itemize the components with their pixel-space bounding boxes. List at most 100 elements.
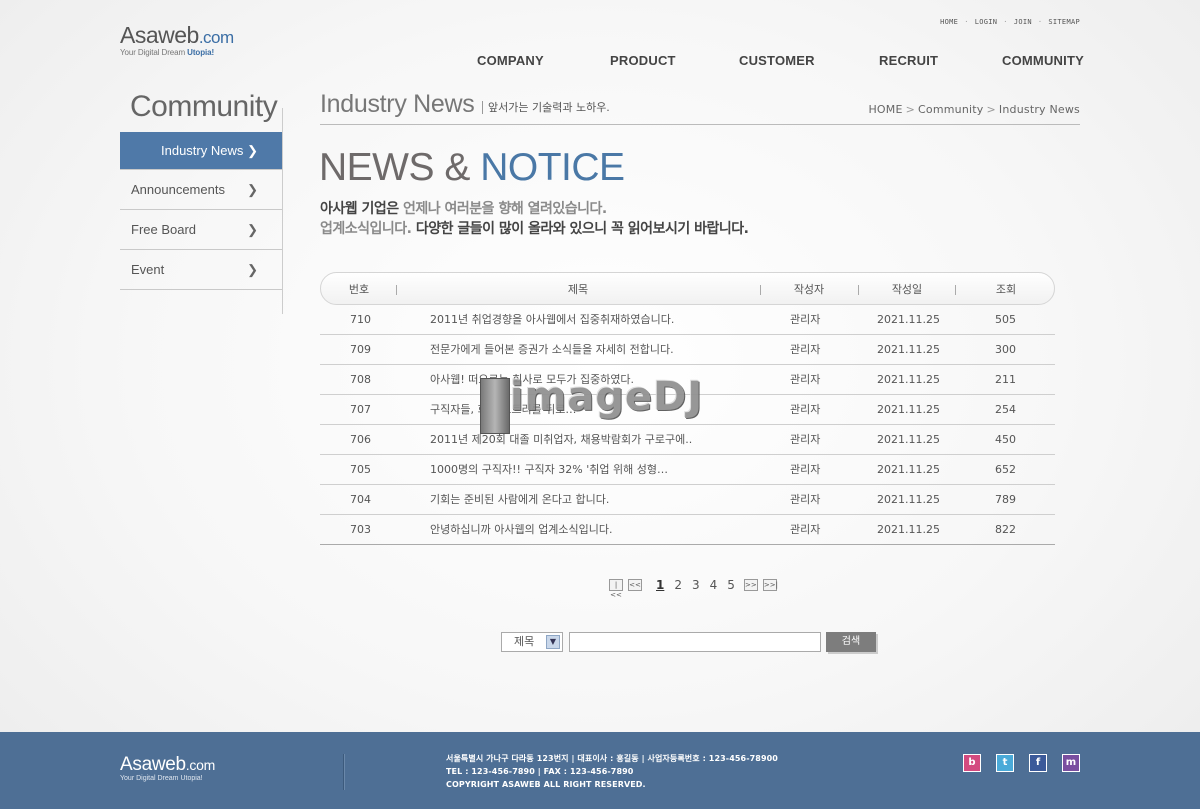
cell-views: 822 bbox=[995, 523, 1016, 536]
cell-date: 2021.11.25 bbox=[877, 463, 940, 476]
page-link-3[interactable]: 3 bbox=[692, 578, 700, 592]
cell-date: 2021.11.25 bbox=[877, 343, 940, 356]
sidebar-item-industry-news[interactable]: Industry News ❯ bbox=[120, 132, 282, 170]
nav-customer[interactable]: CUSTOMER bbox=[739, 53, 815, 68]
cell-title-link[interactable]: 2011년 취업경향을 아사웹에서 집중취재하였습니다. bbox=[430, 305, 674, 335]
header-date: 작성일 bbox=[891, 283, 923, 296]
search-input[interactable] bbox=[569, 632, 821, 652]
board-search: 제목 ▼ 검색 bbox=[501, 632, 876, 652]
nav-community[interactable]: COMMUNITY bbox=[1002, 53, 1084, 68]
logo-tagline: Your Digital Dream Utopia! bbox=[120, 48, 215, 57]
logo-wordmark: Asaweb.com bbox=[120, 22, 234, 48]
breadcrumb-current: Industry News bbox=[998, 103, 1080, 116]
prev-page-icon[interactable]: << bbox=[628, 579, 642, 591]
cell-number: 710 bbox=[350, 313, 371, 326]
header-views: 조회 bbox=[995, 283, 1017, 296]
cell-date: 2021.11.25 bbox=[877, 373, 940, 386]
twitter-icon[interactable]: t bbox=[996, 754, 1014, 772]
cell-title-link[interactable]: 기회는 준비된 사람에게 온다고 합니다. bbox=[430, 485, 609, 515]
first-page-icon[interactable]: |<< bbox=[609, 579, 623, 599]
table-row[interactable]: 710 2011년 취업경향을 아사웹에서 집중취재하였습니다. 관리자 2021.1… bbox=[320, 305, 1055, 335]
cell-title-link[interactable]: 전문가에게 들어본 증권가 소식들을 자세히 전합니다. bbox=[430, 335, 674, 365]
sidebar-item-label: Announcements bbox=[131, 182, 225, 197]
site-logo[interactable]: Asaweb.com Your Digital Dream Utopia! bbox=[120, 22, 234, 57]
sidebar-item-label: Industry News bbox=[161, 143, 244, 158]
cell-number: 704 bbox=[350, 493, 371, 506]
footer-copyright: COPYRIGHT ASAWEB ALL RIGHT RESERVED. bbox=[446, 780, 646, 789]
sidebar-title: Community bbox=[130, 90, 278, 123]
page-title: Industry News bbox=[320, 90, 475, 118]
footer-info: 서울특별시 가나구 다라동 123번지 | 대표이사 : 홍길동 | 사업자등록… bbox=[446, 752, 778, 791]
header-author: 작성자 bbox=[793, 283, 825, 296]
sns-links: b t f m bbox=[963, 754, 1080, 772]
cell-views: 652 bbox=[995, 463, 1016, 476]
sidebar-item-announcements[interactable]: Announcements ❯ bbox=[120, 170, 282, 210]
table-row[interactable]: 704 기회는 준비된 사람에게 온다고 합니다. 관리자 2021.11.25 789 bbox=[320, 485, 1055, 515]
footer-logo: Asaweb.com Your Digital Dream Utopia! bbox=[120, 754, 215, 782]
table-row[interactable]: 705 1000명의 구직자!! 구직자 32% '취업 위해 성형… 관리자 202… bbox=[320, 455, 1055, 485]
cell-views: 505 bbox=[995, 313, 1016, 326]
cell-author: 관리자 bbox=[790, 313, 821, 326]
util-login-link[interactable]: LOGIN bbox=[975, 18, 998, 26]
sidebar-item-event[interactable]: Event ❯ bbox=[120, 250, 282, 290]
nav-product[interactable]: PRODUCT bbox=[610, 53, 676, 68]
cell-views: 254 bbox=[995, 403, 1016, 416]
facebook-icon[interactable]: f bbox=[1029, 754, 1047, 772]
sidebar-item-free-board[interactable]: Free Board ❯ bbox=[120, 210, 282, 250]
last-page-icon[interactable]: >>| bbox=[762, 579, 778, 591]
util-home-link[interactable]: HOME bbox=[940, 18, 958, 26]
cell-title-link[interactable]: 안녕하십니까 아사웹의 업계소식입니다. bbox=[430, 515, 613, 545]
table-row[interactable]: 709 전문가에게 들어본 증권가 소식들을 자세히 전합니다. 관리자 2021.1… bbox=[320, 335, 1055, 365]
cell-author: 관리자 bbox=[790, 523, 821, 536]
next-page-icon[interactable]: >> bbox=[743, 579, 758, 591]
cell-views: 300 bbox=[995, 343, 1016, 356]
cell-number: 707 bbox=[350, 403, 371, 416]
nav-company[interactable]: COMPANY bbox=[477, 53, 544, 68]
breadcrumb: HOME > Community > Industry News bbox=[868, 103, 1080, 116]
sidebar-item-label: Free Board bbox=[131, 222, 197, 237]
util-sitemap-link[interactable]: SITEMAP bbox=[1048, 18, 1080, 26]
sidebar-item-label: Event bbox=[131, 262, 165, 277]
search-field-select[interactable]: 제목 ▼ bbox=[501, 632, 563, 652]
main-nav: COMPANY PRODUCT CUSTOMER RECRUIT COMMUNI… bbox=[477, 53, 1084, 69]
search-button[interactable]: 검색 bbox=[826, 632, 876, 652]
sidebar-menu: Industry News ❯ Announcements ❯ Free Boa… bbox=[120, 132, 282, 290]
cell-number: 703 bbox=[350, 523, 371, 536]
chevron-right-icon: ❯ bbox=[247, 143, 258, 158]
chevron-right-icon: ❯ bbox=[247, 222, 258, 237]
cell-author: 관리자 bbox=[790, 493, 821, 506]
cell-title-link[interactable]: 1000명의 구직자!! 구직자 32% '취업 위해 성형… bbox=[430, 455, 668, 485]
util-join-link[interactable]: JOIN bbox=[1014, 18, 1032, 26]
page-link-5[interactable]: 5 bbox=[727, 578, 735, 592]
cell-number: 705 bbox=[350, 463, 371, 476]
nav-recruit[interactable]: RECRUIT bbox=[879, 53, 938, 68]
cell-author: 관리자 bbox=[790, 433, 821, 446]
cell-number: 709 bbox=[350, 343, 371, 356]
cell-author: 관리자 bbox=[790, 463, 821, 476]
blog-icon[interactable]: b bbox=[963, 754, 981, 772]
chevron-right-icon: ❯ bbox=[247, 262, 258, 277]
cell-views: 450 bbox=[995, 433, 1016, 446]
page-subtitle: 앞서가는 기술력과 노하우. bbox=[482, 101, 610, 114]
footer: Asaweb.com Your Digital Dream Utopia! 서울… bbox=[0, 732, 1200, 809]
intro-text: 아사웹 기업은 언제나 여러분을 향해 열려있습니다. 업계소식입니다. 다양한… bbox=[320, 201, 749, 237]
cell-views: 789 bbox=[995, 493, 1016, 506]
title-divider bbox=[320, 124, 1080, 125]
cell-date: 2021.11.25 bbox=[877, 523, 940, 536]
breadcrumb-home[interactable]: HOME bbox=[868, 103, 902, 116]
breadcrumb-community[interactable]: Community bbox=[918, 103, 983, 116]
cell-views: 211 bbox=[995, 373, 1016, 386]
watermark-door-icon bbox=[480, 378, 510, 434]
page-link-4[interactable]: 4 bbox=[710, 578, 718, 592]
page-link-1[interactable]: 1 bbox=[656, 578, 664, 592]
footer-contact: TEL : 123-456-7890 | FAX : 123-456-7890 bbox=[446, 767, 634, 776]
cell-author: 관리자 bbox=[790, 343, 821, 356]
footer-address: 서울특별시 가나구 다라동 123번지 | 대표이사 : 홍길동 | 사업자등록… bbox=[446, 754, 778, 763]
cell-date: 2021.11.25 bbox=[877, 433, 940, 446]
table-row[interactable]: 703 안녕하십니까 아사웹의 업계소식입니다. 관리자 2021.11.25 822 bbox=[320, 515, 1055, 545]
messenger-icon[interactable]: m bbox=[1062, 754, 1080, 772]
chevron-down-icon: ▼ bbox=[546, 635, 560, 649]
utility-nav: HOME · LOGIN · JOIN · SITEMAP bbox=[940, 18, 1080, 26]
table-header: 번호 제목 작성자 작성일 조회 bbox=[320, 272, 1055, 305]
page-link-2[interactable]: 2 bbox=[674, 578, 682, 592]
